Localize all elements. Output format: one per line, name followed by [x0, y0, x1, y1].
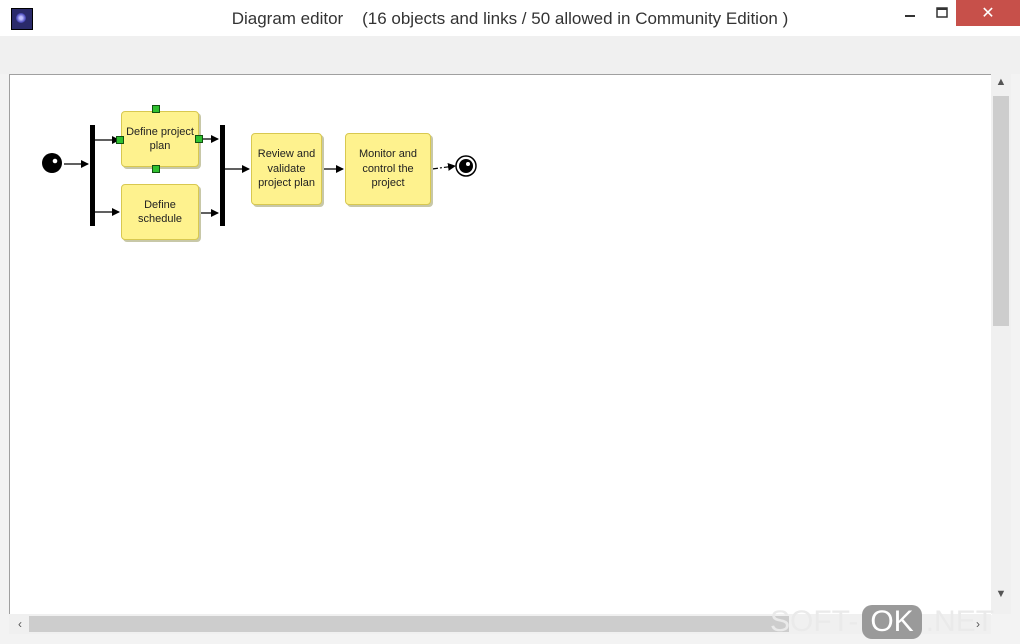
title-bar: Diagram editor (16 objects and links / 5…	[0, 0, 1020, 36]
minimize-button[interactable]	[893, 0, 927, 26]
window-title: Diagram editor (16 objects and links / 5…	[231, 9, 789, 28]
selection-handle-top[interactable]	[152, 105, 160, 113]
vertical-scrollbar[interactable]: ▲ ▼	[991, 74, 1011, 614]
node-label: Monitor and control the project	[358, 148, 418, 190]
selection-handle-left[interactable]	[116, 136, 124, 144]
node-label: Review and validate project plan	[257, 148, 316, 190]
edge-monitor-to-final[interactable]	[431, 162, 456, 171]
scroll-left-icon[interactable]: ‹	[11, 614, 29, 634]
node-monitor-control-project[interactable]: Monitor and control the project	[345, 133, 431, 205]
node-define-project-plan[interactable]: Define project plan	[121, 111, 199, 167]
maximize-button[interactable]	[925, 0, 959, 26]
toolbar: L2	[0, 36, 1020, 104]
final-node[interactable]	[455, 155, 477, 177]
maximize-icon	[936, 7, 948, 18]
close-icon: ✕	[981, 5, 995, 22]
fork-bar[interactable]	[90, 125, 95, 226]
diagram-canvas[interactable]: Define project plan Define schedule Revi…	[9, 74, 992, 615]
node-review-validate-plan[interactable]: Review and validate project plan	[251, 133, 322, 205]
watermark-text: SOFT-	[770, 605, 859, 638]
watermark-text: .NET	[925, 605, 995, 638]
horizontal-scroll-thumb[interactable]	[29, 616, 789, 632]
node-label: Define schedule	[137, 198, 183, 226]
watermark-badge: OK	[862, 605, 922, 639]
diagram-editor-window: Diagram editor (16 objects and links / 5…	[0, 0, 1020, 644]
join-bar[interactable]	[220, 125, 225, 226]
scroll-up-icon[interactable]: ▲	[991, 76, 1011, 96]
node-define-schedule[interactable]: Define schedule	[121, 184, 199, 240]
initial-node[interactable]	[42, 153, 62, 173]
minimize-icon	[905, 15, 915, 17]
selection-handle-right[interactable]	[195, 135, 203, 143]
node-label: Define project plan	[126, 125, 194, 153]
watermark: SOFT- OK .NET	[770, 600, 1020, 644]
close-button[interactable]: ✕	[956, 0, 1020, 26]
vertical-scroll-thumb[interactable]	[993, 96, 1009, 326]
selection-handle-bottom[interactable]	[152, 165, 160, 173]
